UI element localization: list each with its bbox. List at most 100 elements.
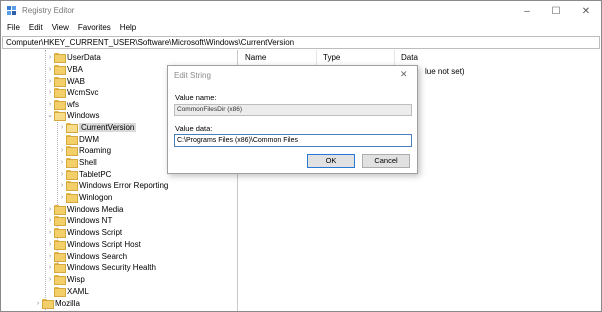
- tree-item-currentversion[interactable]: › CurrentVersion: [58, 121, 137, 133]
- folder-icon: [66, 135, 78, 145]
- tree-item-wisp[interactable]: › Wisp: [46, 273, 85, 285]
- folder-icon: [54, 228, 66, 238]
- open-folder-icon: [54, 111, 66, 121]
- folder-icon: [54, 252, 66, 262]
- value-name-field[interactable]: CommonFilesDir (x86): [174, 104, 412, 116]
- value-data-label: Value data:: [175, 124, 213, 133]
- tree-item-roaming[interactable]: › Roaming: [58, 144, 111, 156]
- chevron-right-icon[interactable]: ›: [46, 276, 54, 283]
- chevron-right-icon[interactable]: ›: [46, 101, 54, 108]
- registry-editor-app-icon: [7, 6, 16, 15]
- chevron-right-icon[interactable]: ›: [46, 253, 54, 260]
- value-name-label: Value name:: [175, 93, 217, 102]
- menu-edit[interactable]: Edit: [29, 21, 43, 35]
- tree-item-label: Windows Script: [67, 227, 123, 237]
- tree-item-label: Windows Script Host: [67, 239, 141, 249]
- tree-item-windows-nt[interactable]: › Windows NT: [46, 214, 112, 226]
- tree-item-label: WAB: [67, 76, 85, 86]
- tree-item-label: Windows Security Health: [67, 262, 156, 272]
- folder-icon: [54, 205, 66, 215]
- cancel-button[interactable]: Cancel: [362, 154, 410, 168]
- folder-icon: [54, 216, 66, 226]
- maximize-button[interactable]: ☐: [542, 1, 570, 21]
- chevron-right-icon[interactable]: ›: [46, 54, 54, 61]
- chevron-right-icon[interactable]: ›: [58, 182, 66, 189]
- chevron-right-icon[interactable]: ›: [46, 78, 54, 85]
- tree-item-label: Windows: [67, 110, 100, 120]
- menu-bar: File Edit View Favorites Help: [1, 21, 601, 35]
- value-data-field[interactable]: C:\Programs Files (x86)\Common Files: [174, 134, 412, 147]
- tree-item-label: VBA: [67, 64, 84, 74]
- dialog-title: Edit String: [174, 71, 211, 80]
- folder-icon: [54, 65, 66, 75]
- close-icon: ✕: [581, 5, 591, 17]
- folder-icon: [66, 146, 78, 156]
- tree-item-winlogon[interactable]: › Winlogon: [58, 191, 112, 203]
- tree-item-xaml[interactable]: XAML: [46, 285, 89, 297]
- minimize-icon: –: [524, 5, 530, 17]
- chevron-right-icon[interactable]: ›: [46, 206, 54, 213]
- tree-item-windows-error-reporting[interactable]: › Windows Error Reporting: [58, 179, 168, 191]
- menu-view[interactable]: View: [52, 21, 69, 35]
- value-data-cell[interactable]: lue not set): [425, 67, 465, 76]
- tree-item-wcmsvc[interactable]: › WcmSvc: [46, 86, 99, 98]
- folder-icon: [54, 240, 66, 250]
- chevron-right-icon[interactable]: ›: [34, 300, 42, 307]
- chevron-right-icon[interactable]: ›: [58, 147, 66, 154]
- tree-item-label: WcmSvc: [67, 87, 99, 97]
- minimize-button[interactable]: –: [513, 1, 541, 21]
- tree-item-label: Windows NT: [67, 215, 113, 225]
- chevron-right-icon[interactable]: ›: [46, 89, 54, 96]
- tree-item-label: Windows Error Reporting: [79, 180, 169, 190]
- tree-item-label: DWM: [79, 134, 99, 144]
- folder-icon: [66, 170, 78, 180]
- menu-help[interactable]: Help: [120, 21, 136, 35]
- chevron-right-icon[interactable]: ›: [58, 171, 66, 178]
- column-header-data[interactable]: Data: [395, 50, 601, 66]
- folder-icon: [54, 53, 66, 63]
- ok-button[interactable]: OK: [307, 154, 355, 168]
- tree-item-label: Windows Search: [67, 251, 128, 261]
- chevron-down-icon[interactable]: ⌄: [46, 111, 54, 119]
- tree-item-label: Wisp: [67, 274, 85, 284]
- tree-item-userdata[interactable]: › UserData: [46, 51, 101, 63]
- folder-icon: [54, 275, 66, 285]
- tree-item-vba[interactable]: › VBA: [46, 63, 83, 75]
- menu-file[interactable]: File: [7, 21, 20, 35]
- open-folder-icon: [66, 123, 78, 133]
- close-button[interactable]: ✕: [572, 1, 600, 21]
- column-header-name[interactable]: Name: [239, 50, 317, 66]
- tree-item-label: Mozilla: [55, 298, 80, 308]
- chevron-right-icon[interactable]: ›: [58, 124, 66, 131]
- column-header-type[interactable]: Type: [317, 50, 395, 66]
- tree-item-windows[interactable]: ⌄ Windows: [46, 109, 99, 121]
- tree-item-windows-security-health[interactable]: › Windows Security Health: [46, 261, 156, 273]
- folder-icon: [54, 88, 66, 98]
- tree-item-label: Shell: [79, 157, 97, 167]
- tree-item-label: UserData: [67, 52, 101, 62]
- tree-item-label: TabletPC: [79, 169, 112, 179]
- folder-icon: [54, 100, 66, 110]
- dialog-close-icon[interactable]: ✕: [400, 69, 408, 80]
- title-bar: Registry Editor – ☐ ✕: [1, 1, 601, 21]
- folder-icon: [54, 77, 66, 87]
- registry-editor-window: Registry Editor – ☐ ✕ File Edit View Fav…: [0, 0, 602, 312]
- tree-item-windows-script-host[interactable]: › Windows Script Host: [46, 238, 141, 250]
- tree-item-label: wfs: [67, 99, 79, 109]
- menu-favorites[interactable]: Favorites: [78, 21, 111, 35]
- chevron-right-icon[interactable]: ›: [58, 194, 66, 201]
- tree-item-mozilla[interactable]: › Mozilla: [34, 297, 80, 309]
- chevron-right-icon[interactable]: ›: [46, 229, 54, 236]
- maximize-icon: ☐: [551, 5, 561, 17]
- chevron-right-icon[interactable]: ›: [46, 217, 54, 224]
- tree-item-shell[interactable]: › Shell: [58, 156, 97, 168]
- chevron-right-icon[interactable]: ›: [46, 66, 54, 73]
- tree-item-windows-script[interactable]: › Windows Script: [46, 226, 122, 238]
- chevron-right-icon[interactable]: ›: [46, 241, 54, 248]
- folder-icon: [42, 299, 54, 309]
- tree-item-label: Roaming: [79, 145, 112, 155]
- folder-icon: [54, 287, 66, 297]
- chevron-right-icon[interactable]: ›: [46, 264, 54, 271]
- address-bar[interactable]: Computer\HKEY_CURRENT_USER\Software\Micr…: [2, 36, 600, 49]
- chevron-right-icon[interactable]: ›: [58, 159, 66, 166]
